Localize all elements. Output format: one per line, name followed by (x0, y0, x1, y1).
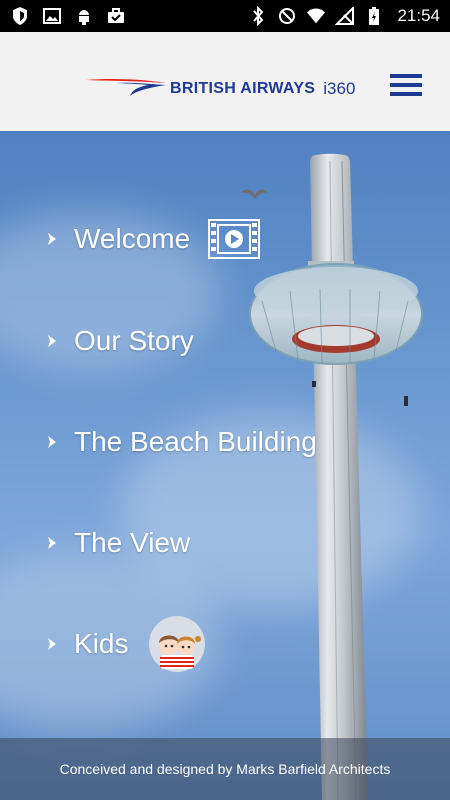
hamburger-menu-icon[interactable] (390, 74, 422, 102)
video-play-icon[interactable] (208, 219, 261, 259)
nav-item-label: The View (74, 527, 191, 558)
chevron-right-icon (48, 638, 56, 650)
app-header: BRITISH AIRWAYS i360 (0, 32, 450, 131)
chevron-right-icon (48, 335, 56, 347)
brand-logo: BRITISH AIRWAYS i360 (86, 76, 355, 101)
chevron-right-icon (48, 537, 56, 549)
bluetooth-icon (248, 6, 268, 26)
chevron-right-icon (48, 233, 56, 245)
android-icon (74, 6, 94, 26)
footer-credit: Conceived and designed by Marks Barfield… (59, 761, 391, 777)
status-time: 21:54 (397, 6, 440, 25)
hero-background: Welcome Our Story The Beach Building The (0, 131, 450, 800)
briefcase-icon (106, 6, 126, 26)
nav-item-the-view[interactable]: The View (44, 518, 190, 568)
brand-name: BRITISH AIRWAYS (170, 79, 316, 97)
status-right-icons: 21:54 (248, 6, 440, 26)
speedmarque-icon (86, 76, 166, 101)
nav-item-label: Our Story (74, 325, 194, 356)
nav-item-kids[interactable]: Kids (44, 616, 206, 672)
do-not-disturb-icon (277, 6, 297, 26)
chevron-right-icon (48, 436, 56, 448)
battery-charging-icon (364, 6, 384, 26)
status-left-icons (10, 6, 126, 26)
seagull-icon (240, 189, 268, 199)
image-icon (42, 6, 62, 26)
status-bar: 21:54 (0, 0, 450, 32)
wifi-icon (306, 6, 326, 26)
brand-sub: i360 (323, 78, 356, 98)
nav-item-welcome[interactable]: Welcome (44, 214, 261, 264)
nav-item-our-story[interactable]: Our Story (44, 316, 194, 366)
signal-off-icon (335, 6, 355, 26)
nav-item-the-beach-building[interactable]: The Beach Building (44, 417, 317, 467)
nav-item-label: The Beach Building (74, 426, 317, 457)
nav-item-label: Welcome (74, 223, 191, 254)
nav-item-label: Kids (74, 628, 129, 659)
footer-bar: Conceived and designed by Marks Barfield… (0, 738, 450, 800)
shield-icon (10, 6, 30, 26)
kids-avatar-icon[interactable] (148, 615, 206, 673)
